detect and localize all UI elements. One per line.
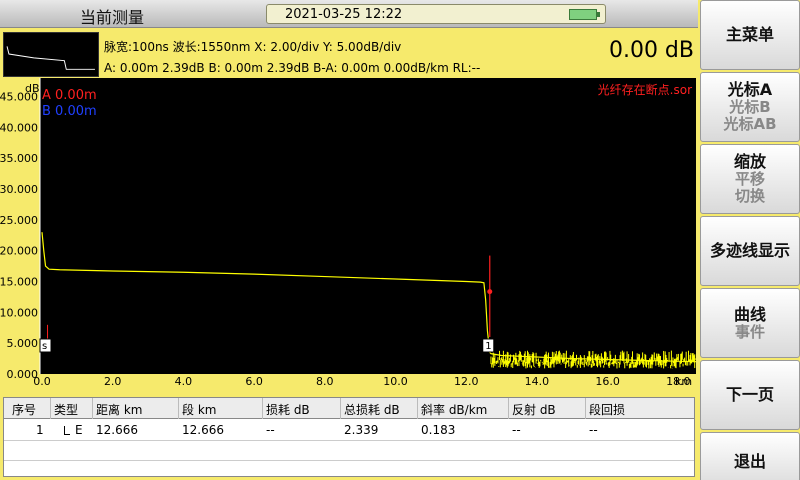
menu-button-0[interactable]: 主菜单 <box>700 0 800 70</box>
page-title: 当前测量 <box>80 8 145 27</box>
event-marker-dot <box>487 289 493 295</box>
cursor-b-label: B 0.00m <box>42 104 97 119</box>
cursor-readout: A: 0.00m 2.39dB B: 0.00m 2.39dB B-A: 0.0… <box>104 61 481 75</box>
otdr-trace-chart[interactable]: dB km 0.0005.00010.00015.00020.00025.000… <box>0 76 698 392</box>
menu-button-4[interactable]: 曲线 事件 <box>700 288 800 358</box>
column-divider <box>262 398 263 419</box>
y-tick-label-7: 35.000 <box>0 152 38 165</box>
menu-button-label: 光标A <box>727 80 773 99</box>
menu-button-label: 主菜单 <box>725 25 774 44</box>
y-tick-label-3: 15.000 <box>0 276 38 289</box>
column-divider <box>417 398 418 419</box>
column-header-5: 总损耗 dB <box>344 403 400 417</box>
x-tick-label-1: 2.0 <box>104 375 122 388</box>
column-header-7: 反射 dB <box>512 403 556 417</box>
menu-button-label: 缩放 <box>733 152 766 171</box>
x-tick-label-2: 4.0 <box>175 375 193 388</box>
x-tick-label-4: 8.0 <box>316 375 334 388</box>
y-tick-label-4: 20.000 <box>0 245 38 258</box>
status-box: 2021-03-25 12:22 <box>266 4 606 24</box>
menu-button-3[interactable]: 多迹线显示 <box>700 216 800 286</box>
menu-button-sublabel: 事件 <box>734 322 765 341</box>
column-divider <box>92 398 93 419</box>
table-cell-3: 12.666 <box>182 423 224 437</box>
menu-button-1[interactable]: 光标A 光标B 光标AB <box>700 72 800 142</box>
menu-button-label: 下一页 <box>725 385 774 404</box>
y-tick-label-1: 5.000 <box>7 337 39 350</box>
menu-button-sublabel: 平移 <box>734 170 765 188</box>
menu-button-label: 多迹线显示 <box>709 241 790 260</box>
menu-button-label: 退出 <box>733 452 766 471</box>
menu-button-6[interactable]: 退出 <box>700 432 800 480</box>
column-header-0: 序号 <box>12 403 37 417</box>
event-marker-label: 1 <box>485 341 491 352</box>
menu-button-sublabel: 切换 <box>734 187 765 205</box>
end-event-icon <box>64 426 70 435</box>
start-marker-box: s <box>39 338 52 353</box>
x-tick-label-9: 18.0 <box>666 375 691 388</box>
x-tick-label-7: 14.0 <box>525 375 550 388</box>
total-loss-readout: 0.00 dB <box>608 38 694 63</box>
file-name-label: 光纤存在断点.sor <box>598 82 692 97</box>
datetime: 2021-03-25 12:22 <box>285 7 403 22</box>
trace-thumbnail <box>3 32 99 77</box>
y-axis: 0.0005.00010.00015.00020.00025.00030.000… <box>0 91 38 382</box>
x-tick-label-3: 6.0 <box>245 375 263 388</box>
y-tick-label-8: 40.000 <box>0 121 38 134</box>
y-tick-label-9: 45.000 <box>0 91 38 104</box>
menu-button-2[interactable]: 缩放 平移 切换 <box>700 144 800 214</box>
column-divider <box>50 398 51 419</box>
menu-button-5[interactable]: 下一页 <box>700 360 800 430</box>
x-tick-label-6: 12.0 <box>454 375 479 388</box>
column-header-1: 类型 <box>54 403 79 417</box>
menu-button-sublabel: 光标B <box>729 98 771 116</box>
column-header-4: 损耗 dB <box>266 403 310 417</box>
cursor-a-label: A 0.00m <box>42 88 97 103</box>
table-cell-7: -- <box>512 423 521 437</box>
column-divider <box>508 398 509 419</box>
menu-button-label: 曲线 <box>733 304 766 324</box>
table-cell-6: 0.183 <box>421 423 456 437</box>
column-header-8: 段回损 <box>589 403 626 417</box>
x-tick-label-5: 10.0 <box>383 375 408 388</box>
table-cell-4: -- <box>266 423 275 437</box>
column-divider <box>340 398 341 419</box>
event-marker-box[interactable]: 1 <box>482 338 495 353</box>
table-row[interactable]: 1 E 12.666 12.666 -- 2.339 0.183 -- -- <box>4 420 694 441</box>
start-marker-label: s <box>42 341 47 352</box>
plot-area[interactable] <box>40 78 696 374</box>
column-divider <box>178 398 179 419</box>
table-cell-2: 12.666 <box>96 423 138 437</box>
title-bar: 当前测量 2021-03-25 12:22 <box>0 0 698 28</box>
menu-button-sublabel: 光标AB <box>723 115 777 133</box>
table-row-empty <box>4 440 694 461</box>
y-tick-label-5: 25.000 <box>0 214 38 227</box>
column-header-6: 斜率 dB/km <box>421 403 488 417</box>
y-tick-label-6: 30.000 <box>0 183 38 196</box>
x-tick-label-8: 16.0 <box>595 375 620 388</box>
table-cell-8: -- <box>589 423 598 437</box>
column-divider <box>585 398 586 419</box>
x-tick-label-0: 0.0 <box>33 375 51 388</box>
event-table: 序号 类型 距离 km 段 km 损耗 dB 总损耗 dB 斜率 dB/km 反射 dB 段回损… <box>3 397 695 477</box>
table-cell-0: 1 <box>36 423 44 437</box>
x-axis: 0.0 2.0 4.0 6.0 8.0 10.0 12.0 14.0 16.0 18.0 <box>33 375 690 388</box>
event-type-cell: E <box>64 423 83 437</box>
column-header-3: 段 km <box>182 403 217 417</box>
column-header-2: 距离 km <box>96 403 143 417</box>
event-type-label: E <box>75 423 83 437</box>
battery-icon <box>569 9 600 20</box>
table-header: 序号 类型 距离 km 段 km 损耗 dB 总损耗 dB 斜率 dB/km 反射 dB 段回损 <box>4 398 694 419</box>
table-cell-5: 2.339 <box>344 423 379 437</box>
y-tick-label-2: 10.000 <box>0 306 38 319</box>
measurement-params: 脉宽:100ns 波长:1550nm X: 2.00/div Y: 5.00dB… <box>104 40 402 54</box>
